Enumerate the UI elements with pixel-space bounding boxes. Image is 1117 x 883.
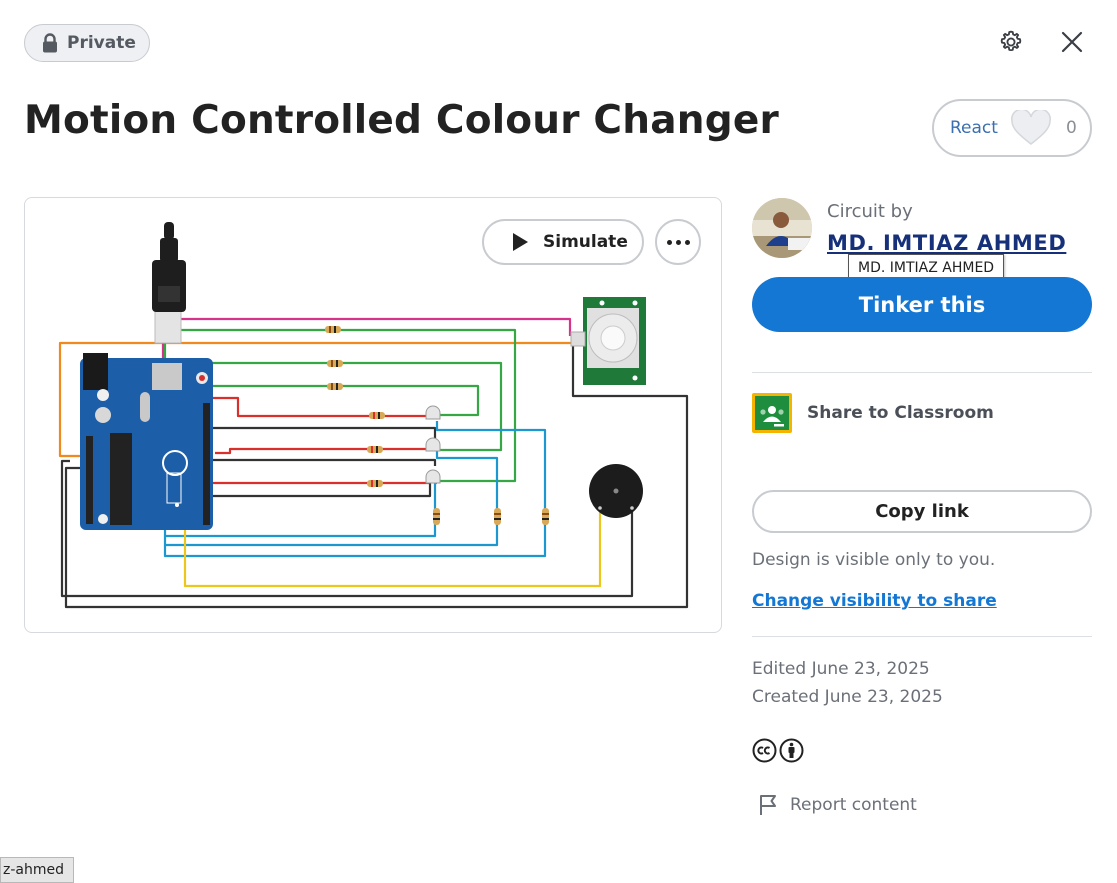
wire-black-3 xyxy=(208,463,432,498)
share-to-classroom-label: Share to Classroom xyxy=(807,403,994,423)
privacy-label: Private xyxy=(67,33,136,53)
author-photo xyxy=(752,198,812,258)
wire-red-3 xyxy=(208,468,430,485)
react-button[interactable]: React 0 xyxy=(932,99,1092,157)
attribution-icon xyxy=(779,738,804,763)
gear-icon xyxy=(1000,30,1022,52)
created-date: Created June 23, 2025 xyxy=(752,687,943,707)
cc-icon xyxy=(752,738,777,763)
author-name-link[interactable]: MD. IMTIAZ AHMED xyxy=(827,231,1066,255)
wire-blue-2 xyxy=(165,451,499,547)
change-visibility-link[interactable]: Change visibility to share xyxy=(752,591,997,611)
divider xyxy=(752,372,1092,373)
arduino-board xyxy=(80,353,213,530)
react-label: React xyxy=(950,118,998,138)
wire-red-1 xyxy=(180,396,430,418)
status-bar-url: z-ahmed xyxy=(0,857,74,883)
wire-red-2 xyxy=(215,447,430,455)
report-content-link[interactable]: Report content xyxy=(758,793,917,817)
rgb-leds xyxy=(425,405,441,484)
wire-green-2 xyxy=(165,361,503,452)
settings-button[interactable] xyxy=(994,25,1028,59)
wire-black-2 xyxy=(208,428,437,466)
report-content-label: Report content xyxy=(790,795,917,815)
simulate-button[interactable]: Simulate xyxy=(482,219,644,265)
circuit-by-caption: Circuit by xyxy=(827,201,913,222)
usb-cable xyxy=(152,222,186,344)
more-dot xyxy=(684,239,690,245)
avatar[interactable] xyxy=(752,198,812,258)
heart-icon xyxy=(1010,110,1051,145)
circuit-preview[interactable]: Simulate xyxy=(24,197,722,633)
share-to-classroom-button[interactable]: Share to Classroom xyxy=(752,392,1012,434)
more-options-button[interactable] xyxy=(655,219,701,265)
piezo-buzzer xyxy=(589,464,643,518)
privacy-badge[interactable]: Private xyxy=(24,24,150,62)
close-icon xyxy=(1061,31,1083,53)
lock-icon xyxy=(43,33,57,53)
license-link[interactable] xyxy=(752,738,804,763)
tinker-this-button[interactable]: Tinker this xyxy=(752,277,1092,332)
flag-icon xyxy=(760,795,776,815)
more-dot xyxy=(675,239,681,245)
wire-black-1 xyxy=(208,423,437,438)
simulate-label: Simulate xyxy=(543,232,628,252)
google-classroom-icon xyxy=(752,393,792,433)
more-dot xyxy=(666,239,672,245)
pir-sensor xyxy=(570,297,646,385)
copy-link-button[interactable]: Copy link xyxy=(752,490,1092,533)
react-count: 0 xyxy=(1065,118,1077,138)
wire-magenta xyxy=(161,317,572,488)
edited-date: Edited June 23, 2025 xyxy=(752,659,930,679)
page-title: Motion Controlled Colour Changer xyxy=(24,98,779,143)
visibility-note: Design is visible only to you. xyxy=(752,550,996,570)
wire-yellow xyxy=(183,498,602,588)
play-icon xyxy=(513,233,528,251)
close-button[interactable] xyxy=(1055,25,1089,59)
divider xyxy=(752,636,1092,637)
